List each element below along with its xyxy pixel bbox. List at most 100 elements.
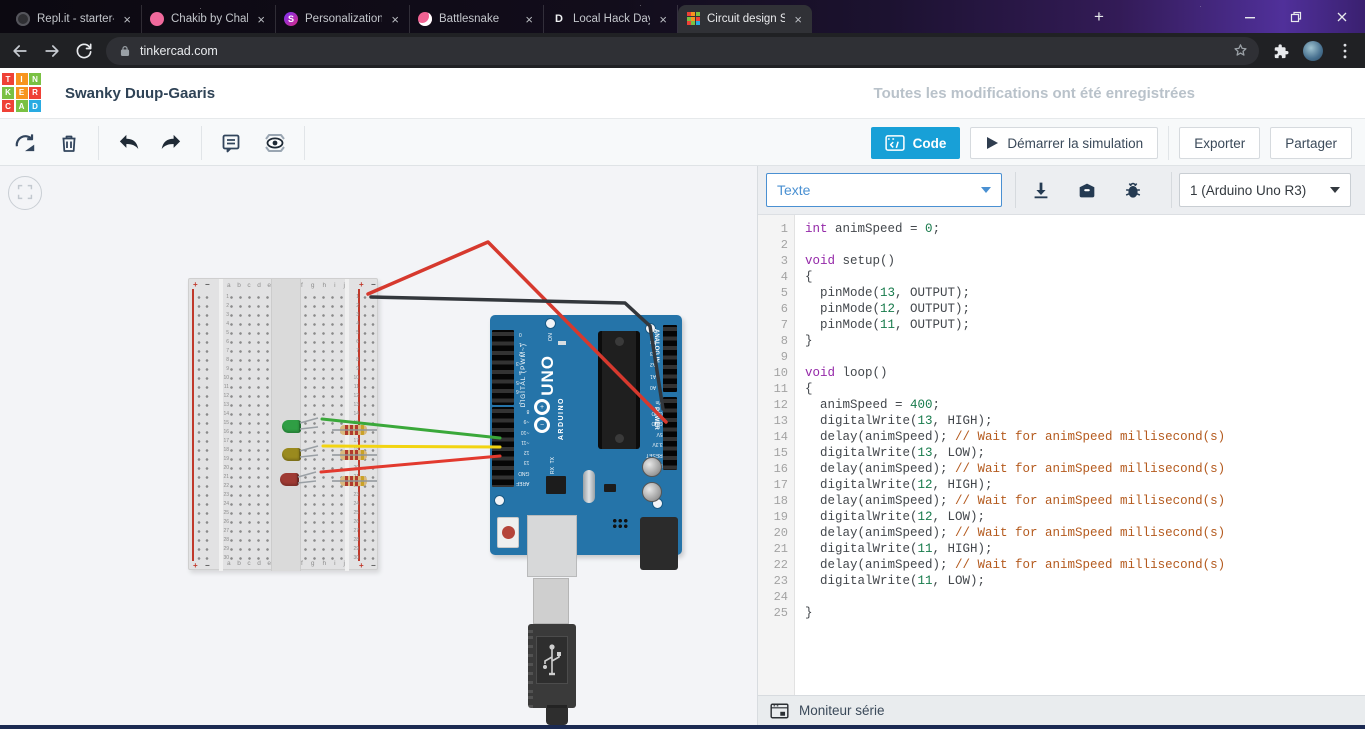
minimize-button[interactable] bbox=[1227, 0, 1273, 33]
restore-button[interactable] bbox=[1273, 0, 1319, 33]
bottom-edge bbox=[0, 725, 1365, 729]
row-number: 10 bbox=[353, 374, 359, 381]
close-window-button[interactable] bbox=[1319, 0, 1365, 33]
export-button[interactable]: Exporter bbox=[1179, 127, 1261, 159]
extensions-puzzle-icon[interactable] bbox=[1271, 41, 1291, 61]
code-line: 21 digitalWrite(11, HIGH); bbox=[758, 541, 1365, 557]
reload-icon[interactable] bbox=[74, 41, 94, 61]
power-header[interactable] bbox=[663, 397, 677, 470]
code-line: 10 void loop() bbox=[758, 365, 1365, 381]
tab-close-icon[interactable]: × bbox=[792, 12, 804, 27]
code-text: digitalWrite(13, LOW); bbox=[805, 446, 986, 460]
tab-close-icon[interactable]: × bbox=[657, 12, 669, 27]
row-number: 25 bbox=[223, 509, 229, 516]
arduino-uno[interactable]: 0 1 2 ~3 4 ~5 ~6 7 8 ~9 ~10 ~11 12 13 GND AREF A5 A4 A3 A… bbox=[490, 315, 682, 577]
start-simulation-button[interactable]: Démarrer la simulation bbox=[970, 127, 1159, 159]
resistor[interactable] bbox=[340, 450, 367, 460]
redo-button[interactable] bbox=[157, 128, 187, 158]
pin-label: GND bbox=[518, 469, 530, 476]
delete-button[interactable] bbox=[54, 128, 84, 158]
tab-close-icon[interactable]: × bbox=[389, 12, 401, 27]
tinkercad-logo[interactable]: TIN KER CAD bbox=[2, 73, 41, 112]
row-number: 12 bbox=[223, 392, 229, 399]
tab-close-icon[interactable]: × bbox=[523, 12, 535, 27]
code-line: 20 delay(animSpeed); // Wait for animSpe… bbox=[758, 525, 1365, 541]
download-code-button[interactable] bbox=[1026, 175, 1056, 205]
browser-tab[interactable]: Repl.it - starter-snake-p × bbox=[8, 5, 142, 33]
browser-tab[interactable]: S Personalization Referen × bbox=[276, 5, 410, 33]
tab-close-icon[interactable]: × bbox=[121, 12, 133, 27]
line-number: 19 bbox=[773, 510, 788, 524]
browser-profile-avatar[interactable] bbox=[1303, 40, 1323, 61]
code-line: 18 delay(animSpeed); // Wait for animSpe… bbox=[758, 493, 1365, 509]
undo-button[interactable] bbox=[113, 128, 143, 158]
share-button[interactable]: Partager bbox=[1270, 127, 1352, 159]
new-tab-button[interactable]: + bbox=[1086, 4, 1112, 30]
board-select[interactable]: 1 (Arduino Uno R3) bbox=[1179, 173, 1351, 207]
code-button[interactable]: Code bbox=[870, 127, 961, 159]
code-line: 24 bbox=[758, 589, 1365, 605]
logo-cell: C bbox=[2, 100, 14, 112]
rail-minus-label: − bbox=[205, 561, 210, 570]
bookmark-star-icon[interactable] bbox=[1232, 42, 1249, 59]
zoom-to-fit-button[interactable] bbox=[8, 176, 42, 210]
rail-plus-label: + bbox=[359, 561, 364, 570]
rail-holes[interactable] bbox=[195, 292, 211, 563]
terminal-holes-right[interactable] bbox=[300, 292, 346, 563]
tinkercad-header: TIN KER CAD Swanky Duup-Gaaris Toutes les … bbox=[0, 68, 1365, 185]
red-led[interactable] bbox=[280, 473, 299, 486]
row-number: 23 bbox=[353, 491, 359, 498]
notes-button[interactable] bbox=[216, 128, 246, 158]
digital-header-8-aref[interactable] bbox=[492, 407, 514, 487]
usb-cable[interactable] bbox=[546, 708, 568, 725]
snake-favicon bbox=[418, 12, 432, 26]
resistor[interactable] bbox=[340, 425, 367, 435]
row-number: 28 bbox=[223, 536, 229, 543]
browser-menu-icon[interactable] bbox=[1335, 41, 1355, 61]
pin-label: 5V bbox=[656, 430, 663, 437]
design-title[interactable]: Swanky Duup-Gaaris bbox=[65, 68, 215, 119]
row-number: 27 bbox=[223, 527, 229, 534]
pin-label: ~10 bbox=[520, 428, 530, 435]
tinkercad-favicon bbox=[686, 12, 700, 26]
back-icon[interactable] bbox=[10, 41, 30, 61]
browser-tab[interactable]: Circuit design Swanky D × bbox=[678, 5, 812, 33]
analog-header[interactable] bbox=[663, 325, 677, 392]
serial-monitor-bar[interactable]: Moniteur série bbox=[758, 695, 1365, 725]
column-letter: a bbox=[227, 282, 231, 289]
terminal-holes-left[interactable] bbox=[226, 292, 272, 563]
row-number: 5 bbox=[226, 329, 229, 336]
column-letter: f bbox=[301, 282, 303, 289]
tab-title: Personalization Referen bbox=[305, 13, 383, 25]
yellow-led[interactable] bbox=[282, 448, 301, 461]
row-number: 11 bbox=[223, 383, 229, 390]
usb-cable-connector[interactable] bbox=[528, 624, 576, 708]
code-mode-select[interactable]: Texte bbox=[766, 173, 1002, 207]
row-number: 26 bbox=[223, 518, 229, 525]
forward-icon[interactable] bbox=[42, 41, 62, 61]
reset-button[interactable] bbox=[497, 517, 519, 548]
green-led[interactable] bbox=[282, 420, 301, 433]
browser-tab[interactable]: D Local Hack Day: Build D × bbox=[544, 5, 678, 33]
resistor[interactable] bbox=[340, 476, 367, 486]
tab-close-icon[interactable]: × bbox=[255, 12, 267, 27]
browser-tab[interactable]: Chakib by Chakib-Boud × bbox=[142, 5, 276, 33]
line-number: 8 bbox=[780, 334, 788, 348]
library-button[interactable] bbox=[1072, 175, 1102, 205]
icsp-header bbox=[612, 518, 629, 529]
rotate-button[interactable] bbox=[10, 128, 40, 158]
pin-label: 0 bbox=[518, 331, 522, 337]
column-letter: i bbox=[334, 282, 336, 289]
debug-button[interactable] bbox=[1118, 175, 1148, 205]
toggle-visibility-button[interactable] bbox=[260, 128, 290, 158]
browser-tab[interactable]: Battlesnake × bbox=[410, 5, 544, 33]
address-input[interactable]: tinkercad.com bbox=[106, 36, 1259, 65]
code-line: 12 animSpeed = 400; bbox=[758, 397, 1365, 413]
code-editor[interactable]: 1 int animSpeed = 0; 2 3 void setup() 4{5 pin… bbox=[758, 215, 1365, 695]
circuit-canvas[interactable]: 1 2 3 4 5 6 7 8 9 10 11 12 13 14 15 16 17 18 19 20 21 22 23 24 2… bbox=[0, 166, 758, 725]
usb-b-plug[interactable] bbox=[533, 578, 569, 624]
line-number: 13 bbox=[773, 414, 788, 428]
digital-header-0-7[interactable] bbox=[492, 330, 514, 405]
row-number: 13 bbox=[353, 401, 359, 408]
